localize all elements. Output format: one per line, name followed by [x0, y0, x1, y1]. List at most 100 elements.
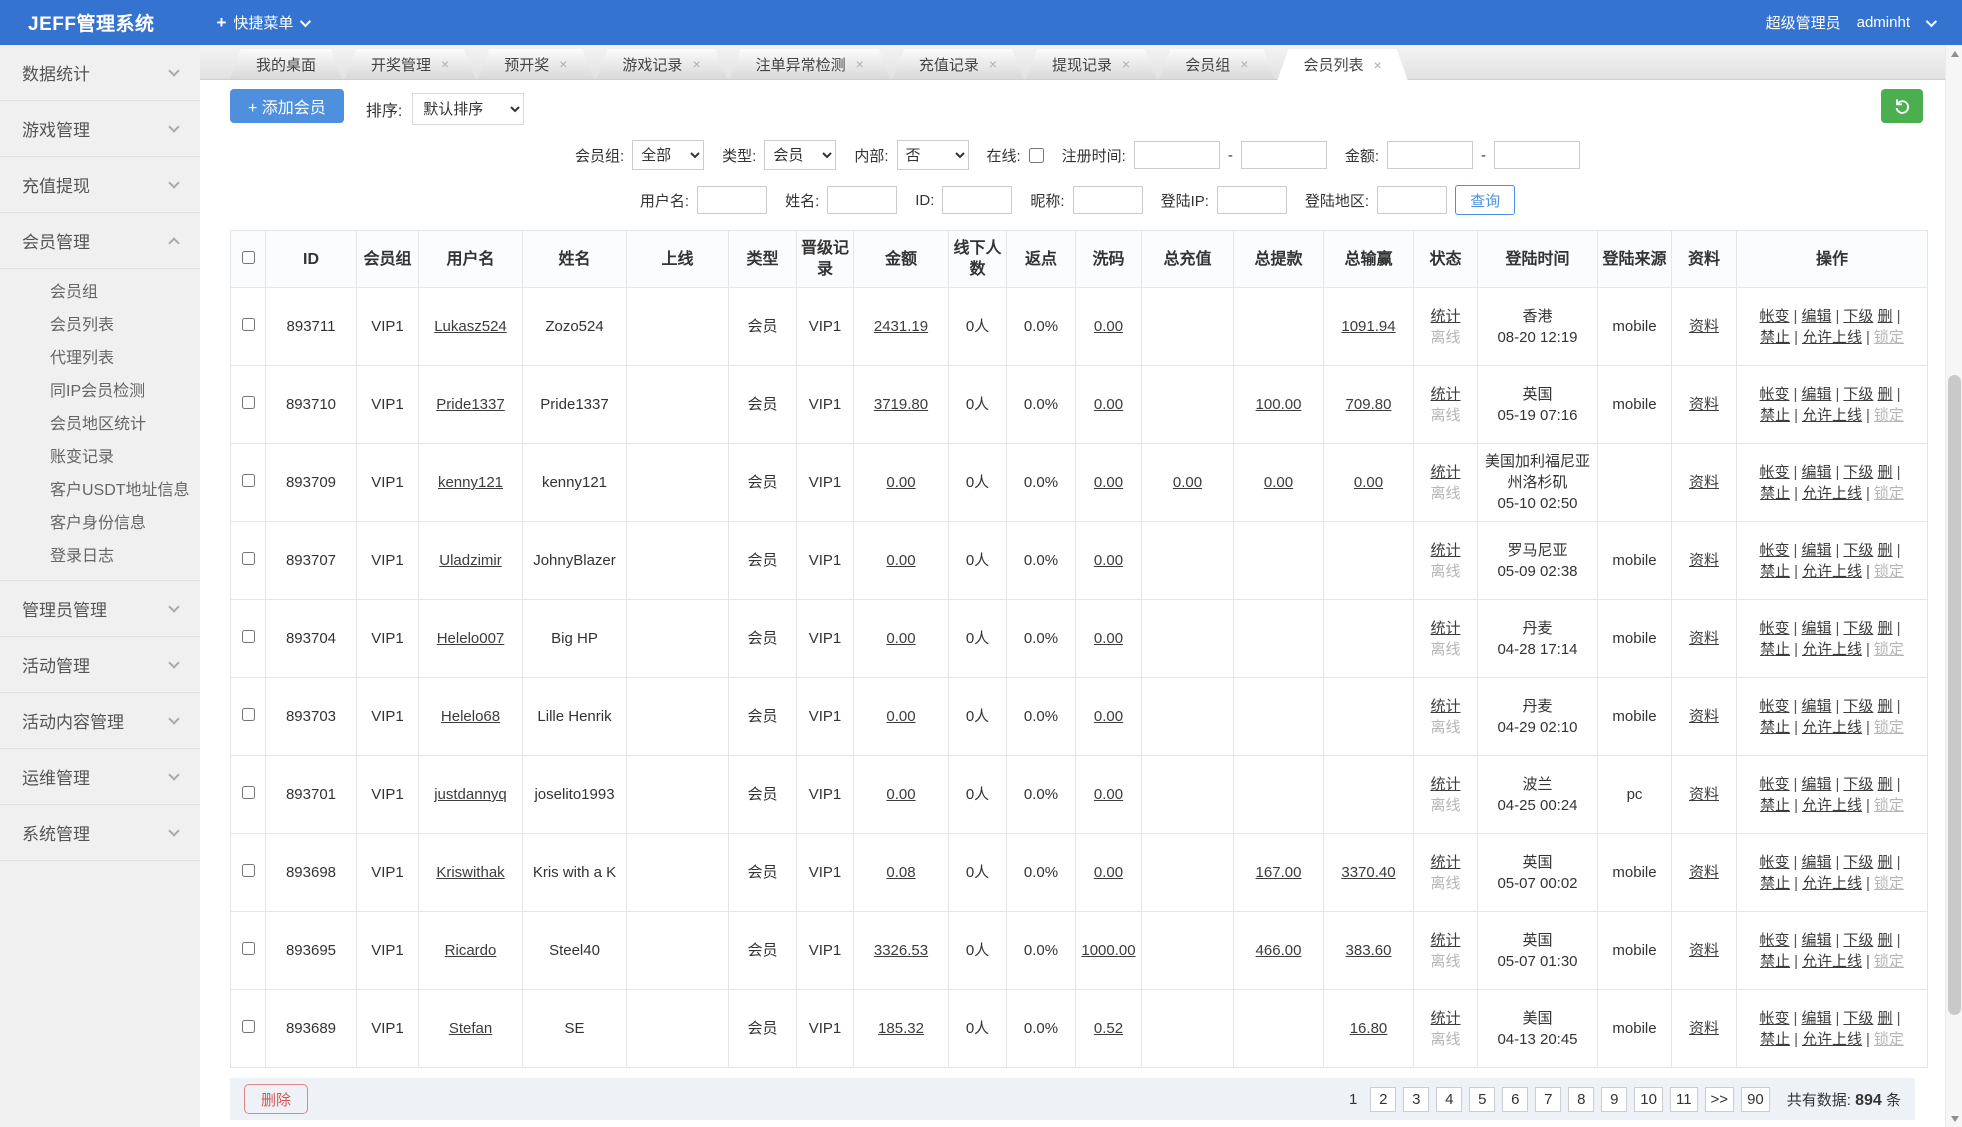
op-allow-online[interactable]: 允许上线: [1802, 953, 1862, 970]
user-area[interactable]: 超级管理员 adminht: [1766, 12, 1938, 33]
washcode-link[interactable]: 0.00: [1094, 396, 1123, 413]
row-checkbox[interactable]: [241, 708, 255, 721]
close-icon[interactable]: ×: [441, 56, 449, 72]
profile-link[interactable]: 资料: [1689, 474, 1719, 491]
op-lock[interactable]: 锁定: [1874, 485, 1904, 502]
total-withdraw-link[interactable]: 466.00: [1256, 942, 1302, 959]
sidebar-submenu-item[interactable]: 账变记录: [0, 441, 200, 474]
op-allow-online[interactable]: 允许上线: [1802, 875, 1862, 892]
tab-active-member-list[interactable]: 会员列表 ×: [1277, 49, 1407, 80]
username-link[interactable]: Uladzimir: [439, 552, 502, 569]
op-lock[interactable]: 锁定: [1874, 953, 1904, 970]
total-winloss-link[interactable]: 0.00: [1354, 474, 1383, 491]
filter-amount-min-input[interactable]: [1387, 141, 1474, 169]
total-deposit-link[interactable]: 0.00: [1173, 474, 1202, 491]
op-delete[interactable]: 删: [1878, 464, 1893, 481]
op-subordinate[interactable]: 下级: [1843, 308, 1873, 325]
op-subordinate[interactable]: 下级: [1843, 776, 1873, 793]
stats-link[interactable]: 统计: [1430, 386, 1460, 403]
username-link[interactable]: kenny121: [438, 474, 503, 491]
op-lock[interactable]: 锁定: [1874, 719, 1904, 736]
sidebar-submenu-item[interactable]: 会员地区统计: [0, 408, 200, 441]
profile-link[interactable]: 资料: [1689, 318, 1719, 335]
op-lock[interactable]: 锁定: [1874, 563, 1904, 580]
sidebar-section[interactable]: 充值提现: [0, 157, 200, 213]
stats-link[interactable]: 统计: [1430, 620, 1460, 637]
profile-link[interactable]: 资料: [1689, 708, 1719, 725]
add-member-button[interactable]: + 添加会员: [230, 89, 344, 123]
row-checkbox[interactable]: [241, 942, 255, 955]
washcode-link[interactable]: 0.00: [1094, 630, 1123, 647]
close-icon[interactable]: ×: [1122, 56, 1130, 72]
op-lock[interactable]: 锁定: [1874, 875, 1904, 892]
close-icon[interactable]: ×: [989, 56, 997, 72]
op-ban[interactable]: 禁止: [1760, 953, 1790, 970]
op-delete[interactable]: 删: [1878, 620, 1893, 637]
total-winloss-link[interactable]: 16.80: [1350, 1020, 1388, 1037]
sidebar-section[interactable]: 游戏管理: [0, 101, 200, 157]
op-lock[interactable]: 锁定: [1874, 797, 1904, 814]
washcode-link[interactable]: 0.00: [1094, 864, 1123, 881]
sidebar-submenu-item[interactable]: 客户身份信息: [0, 507, 200, 540]
op-edit[interactable]: 编辑: [1801, 1010, 1831, 1027]
sidebar-section-member-management[interactable]: 会员管理: [0, 213, 200, 269]
filter-amount-max-input[interactable]: [1494, 141, 1581, 169]
washcode-link[interactable]: 1000.00: [1081, 942, 1135, 959]
sidebar-section[interactable]: 运维管理: [0, 749, 200, 805]
sidebar-section[interactable]: 活动内容管理: [0, 693, 200, 749]
page-button[interactable]: 2: [1370, 1086, 1397, 1112]
op-account-change[interactable]: 帐变: [1760, 464, 1790, 481]
sidebar-section[interactable]: 系统管理: [0, 805, 200, 861]
op-account-change[interactable]: 帐变: [1760, 620, 1790, 637]
sidebar-submenu-item[interactable]: 同IP会员检测: [0, 375, 200, 408]
op-allow-online[interactable]: 允许上线: [1802, 563, 1862, 580]
op-edit[interactable]: 编辑: [1801, 698, 1831, 715]
amount-link[interactable]: 0.00: [886, 786, 915, 803]
page-button[interactable]: >>: [1704, 1086, 1735, 1112]
tab-item[interactable]: 开奖管理 ×: [345, 49, 475, 79]
washcode-link[interactable]: 0.00: [1094, 786, 1123, 803]
filter-username-input[interactable]: [697, 186, 768, 214]
profile-link[interactable]: 资料: [1689, 864, 1719, 881]
op-lock[interactable]: 锁定: [1874, 641, 1904, 658]
stats-link[interactable]: 统计: [1430, 932, 1460, 949]
op-delete[interactable]: 删: [1878, 854, 1893, 871]
page-button[interactable]: 8: [1568, 1086, 1595, 1112]
row-checkbox[interactable]: [241, 864, 255, 877]
refresh-button[interactable]: [1881, 89, 1923, 123]
op-account-change[interactable]: 帐变: [1760, 308, 1790, 325]
amount-link[interactable]: 0.00: [886, 708, 915, 725]
delete-button[interactable]: 删除: [244, 1084, 309, 1114]
stats-link[interactable]: 统计: [1430, 308, 1460, 325]
total-winloss-link[interactable]: 383.60: [1346, 942, 1392, 959]
search-button[interactable]: 查询: [1455, 185, 1516, 215]
tab-item[interactable]: 预开奖 ×: [478, 49, 593, 79]
op-account-change[interactable]: 帐变: [1760, 386, 1790, 403]
amount-link[interactable]: 2431.19: [874, 318, 928, 335]
op-ban[interactable]: 禁止: [1760, 329, 1790, 346]
total-winloss-link[interactable]: 1091.94: [1341, 318, 1395, 335]
filter-type-select[interactable]: 会员: [764, 140, 837, 170]
username-link[interactable]: Stefan: [449, 1020, 492, 1037]
op-subordinate[interactable]: 下级: [1843, 1010, 1873, 1027]
op-ban[interactable]: 禁止: [1760, 1031, 1790, 1048]
page-button[interactable]: 7: [1535, 1086, 1562, 1112]
page-button[interactable]: 5: [1469, 1086, 1496, 1112]
close-icon[interactable]: ×: [692, 56, 700, 72]
op-edit[interactable]: 编辑: [1801, 386, 1831, 403]
page-button[interactable]: 4: [1436, 1086, 1463, 1112]
op-account-change[interactable]: 帐变: [1760, 932, 1790, 949]
row-checkbox[interactable]: [241, 630, 255, 643]
op-account-change[interactable]: 帐变: [1760, 854, 1790, 871]
op-subordinate[interactable]: 下级: [1843, 542, 1873, 559]
stats-link[interactable]: 统计: [1430, 698, 1460, 715]
total-winloss-link[interactable]: 3370.40: [1341, 864, 1395, 881]
select-all-checkbox[interactable]: [241, 250, 255, 264]
total-withdraw-link[interactable]: 100.00: [1256, 396, 1302, 413]
username-link[interactable]: Ricardo: [445, 942, 497, 959]
op-subordinate[interactable]: 下级: [1843, 386, 1873, 403]
op-edit[interactable]: 编辑: [1801, 620, 1831, 637]
stats-link[interactable]: 统计: [1430, 464, 1460, 481]
tab-home[interactable]: 我的桌面: [230, 49, 342, 79]
op-ban[interactable]: 禁止: [1760, 563, 1790, 580]
